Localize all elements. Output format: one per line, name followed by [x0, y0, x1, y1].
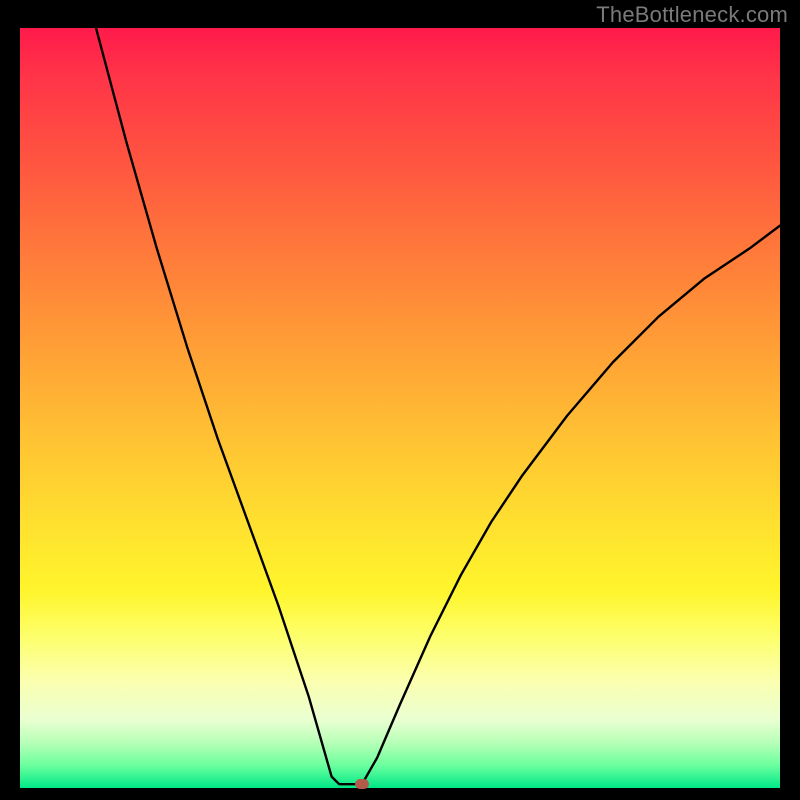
- watermark-label: TheBottleneck.com: [596, 2, 788, 28]
- chart-frame: TheBottleneck.com: [0, 0, 800, 800]
- plot-area: [20, 28, 780, 788]
- curve-svg: [20, 28, 780, 788]
- optimum-marker: [355, 779, 369, 789]
- bottleneck-curve: [96, 28, 780, 784]
